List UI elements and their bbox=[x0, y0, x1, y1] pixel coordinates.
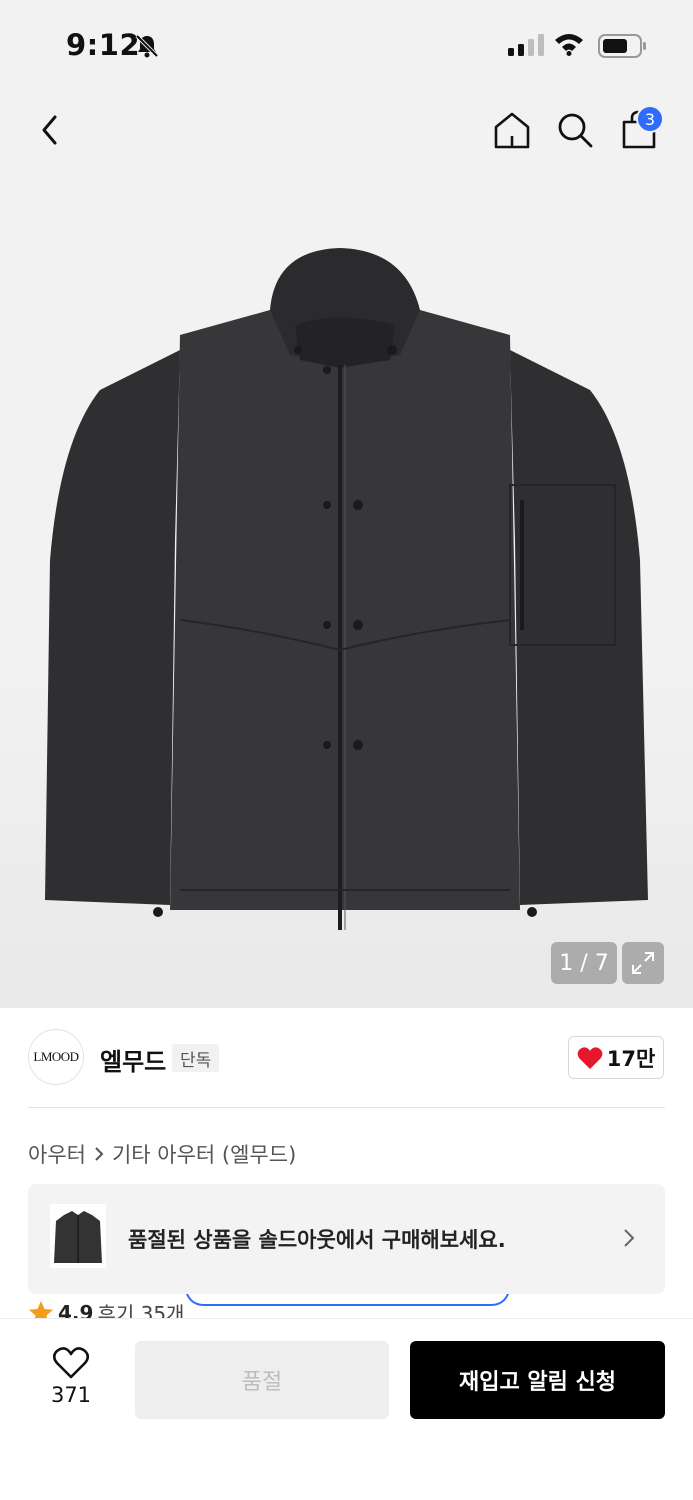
back-button[interactable] bbox=[28, 108, 72, 152]
divider bbox=[28, 1107, 665, 1108]
restock-alert-button[interactable]: 재입고 알림 신청 bbox=[410, 1341, 665, 1419]
cart-count-badge: 3 bbox=[636, 105, 664, 133]
exclusive-tag: 단독 bbox=[172, 1044, 220, 1072]
home-button[interactable] bbox=[490, 108, 534, 152]
back-chevron-icon bbox=[42, 115, 57, 145]
product-image-gallery[interactable]: 1 / 7 bbox=[0, 90, 693, 1008]
chevron-right-icon bbox=[624, 1229, 635, 1247]
battery-icon bbox=[598, 34, 646, 58]
image-counter: 1 / 7 bbox=[551, 942, 617, 984]
home-icon bbox=[494, 112, 530, 149]
breadcrumb-item[interactable]: 기타 아우터 (엘무드) bbox=[112, 1139, 296, 1169]
soldout-banner[interactable]: 품절된 상품을 솔드아웃에서 구매해보세요. bbox=[28, 1184, 665, 1294]
heart-outline-icon bbox=[53, 1347, 89, 1379]
breadcrumb-item[interactable]: 아우터 bbox=[28, 1139, 86, 1169]
status-bar: 9:12 bbox=[0, 0, 693, 90]
cellular-signal-icon bbox=[508, 34, 544, 56]
sold-out-button: 품절 bbox=[135, 1341, 389, 1419]
wishlist-button[interactable]: 371 bbox=[40, 1347, 102, 1407]
brand-like-count: 17만 bbox=[606, 1046, 656, 1071]
bottom-action-bar: 371 품절 재입고 알림 신청 bbox=[0, 1318, 693, 1500]
brand-like-button[interactable]: 17만 bbox=[568, 1036, 664, 1079]
wifi-icon bbox=[555, 34, 583, 56]
search-button[interactable] bbox=[553, 108, 597, 152]
top-navigation bbox=[0, 90, 693, 180]
breadcrumb: 아우터 기타 아우터 (엘무드) bbox=[28, 1139, 296, 1169]
product-image bbox=[45, 248, 648, 930]
status-time: 9:12 bbox=[66, 28, 141, 62]
search-icon bbox=[558, 113, 593, 148]
heart-filled-icon bbox=[577, 1046, 603, 1069]
banner-thumbnail bbox=[50, 1204, 106, 1268]
expand-image-button[interactable] bbox=[622, 942, 664, 984]
wishlist-count: 371 bbox=[50, 1383, 92, 1407]
brand-name[interactable]: 엘무드 bbox=[100, 1042, 166, 1077]
soldout-banner-text: 품절된 상품을 솔드아웃에서 구매해보세요. bbox=[128, 1228, 506, 1252]
brand-logo[interactable]: LMOOD bbox=[28, 1029, 84, 1085]
chevron-right-icon bbox=[95, 1147, 104, 1161]
bell-slash-icon bbox=[135, 34, 159, 58]
expand-icon bbox=[632, 952, 654, 974]
